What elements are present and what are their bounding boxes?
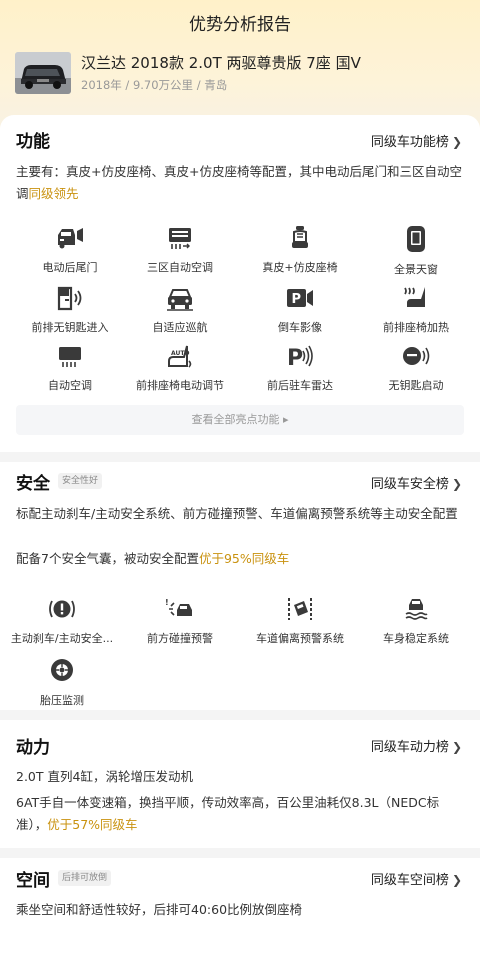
feature-label: 自动空调 [48,379,92,392]
safety-title: 安全 [16,474,50,494]
feature-parking-radar[interactable]: P 前后驻车雷达 [240,343,360,393]
parking-radar-icon: P [287,345,313,369]
keyless-start-icon [403,347,430,365]
feature-label: 真皮+仿皮座椅 [262,261,338,274]
car-thumbnail[interactable] [15,52,71,94]
space-section: 空间 后排可放倒 同级车空间榜 ❯ 乘坐空间和舒适性较好，后排可40:60比例放倒… [0,858,480,979]
feature-keyless-entry[interactable]: 前排无钥匙进入 [10,285,130,335]
seat-heating-icon [404,287,425,307]
space-title: 空间 [16,871,50,891]
feature-collision-warning[interactable]: ! 前方碰撞预警 [120,596,240,646]
climate-control-icon [169,228,191,249]
function-ranking-link[interactable]: 同级车功能榜 ❯ [371,131,462,150]
section-divider [0,710,480,720]
feature-tri-zone-climate[interactable]: 三区自动空调 [120,225,240,275]
power-line2: 6AT手自一体变速箱，换挡平顺，传动效率高，百公里油耗仅8.3L（NEDC标准）… [16,792,466,836]
section-divider [0,848,480,858]
feature-label: 前排无钥匙进入 [31,321,109,334]
function-title: 功能 [16,132,50,152]
page-title: 优势分析报告 [189,15,291,35]
power-seat-icon: AUTO [168,345,192,368]
feature-leather-seats[interactable]: 真皮+仿皮座椅 [240,225,360,275]
function-summary-highlight: 同级领先 [28,186,79,201]
power-tailgate-icon [58,228,83,249]
feature-adaptive-cruise[interactable]: 自适应巡航 [120,285,240,335]
feature-label: 车身稳定系统 [383,632,449,645]
feature-label: 前排座椅加热 [383,321,449,334]
feature-label: 自适应巡航 [152,321,208,334]
space-tag: 后排可放倒 [58,870,112,886]
feature-label: 倒车影像 [278,321,322,334]
power-ranking-link[interactable]: 同级车动力榜 ❯ [371,736,462,755]
power-section: 动力 同级车动力榜 ❯ 2.0T 直列4缸，涡轮增压发动机 6AT手自一体变速箱，… [0,720,480,848]
chevron-right-icon: ❯ [451,873,462,887]
svg-text:!: ! [165,598,169,607]
feature-label: 无钥匙启动 [388,379,444,392]
feature-panoramic-sunroof[interactable]: 全景天窗 [356,225,476,277]
function-summary-text: 主要有：真皮+仿皮座椅、真皮+仿皮座椅等配置，其中电动后尾门和三区自动空调 [16,164,462,201]
feature-power-tailgate[interactable]: 电动后尾门 [10,225,130,275]
feature-stability-control[interactable]: 车身稳定系统 [356,596,476,646]
safety-line2: 配备7个安全气囊，被动安全配置优于95%同级车 [16,548,466,570]
keyless-entry-icon [57,286,82,311]
safety-section: 安全 安全性好 同级车安全榜 ❯ 标配主动刹车/主动安全系统、前方碰撞预警、车道偏… [0,462,480,710]
adaptive-cruise-icon [167,289,193,311]
feature-keyless-start[interactable]: 无钥匙启动 [356,343,476,393]
function-summary: 主要有：真皮+仿皮座椅、真皮+仿皮座椅等配置，其中电动后尾门和三区自动空调同级领… [16,161,466,205]
feature-label: 前方碰撞预警 [147,632,213,645]
lane-departure-icon [288,598,312,620]
tire-pressure-icon [51,659,73,681]
space-line1: 乘坐空间和舒适性较好，后排可40:60比例放倒座椅 [16,902,303,917]
car-meta: 2018年 / 9.70万公里 / 青岛 [81,78,228,92]
chevron-right-icon: ❯ [451,740,462,754]
feature-label: 三区自动空调 [147,261,213,274]
section-divider [0,452,480,462]
panoramic-sunroof-icon [407,226,425,252]
feature-power-seat[interactable]: AUTO 前排座椅电动调节 [120,343,240,393]
active-brake-icon [49,600,75,618]
function-ranking-label: 同级车功能榜 [370,135,449,150]
feature-label: 电动后尾门 [42,261,98,274]
feature-label: 前后驻车雷达 [267,379,333,392]
feature-reverse-camera[interactable]: P 倒车影像 [240,285,360,335]
feature-label: 前排座椅电动调节 [136,379,224,392]
leather-seat-icon [292,226,308,248]
safety-line2-text: 配备7个安全气囊，被动安全配置 [16,551,199,566]
function-section: 功能 同级车功能榜 ❯ 主要有：真皮+仿皮座椅、真皮+仿皮座椅等配置，其中电动后尾… [0,115,480,452]
feature-label: 全景天窗 [394,263,438,276]
feature-active-brake[interactable]: 主动刹车/主动安全... [2,596,122,646]
feature-auto-ac[interactable]: 自动空调 [10,343,130,393]
chevron-right-icon: ❯ [451,477,462,491]
power-line2-highlight: 优于57%同级车 [47,817,138,832]
stability-control-icon [405,599,428,620]
space-ranking-label: 同级车空间榜 [370,873,449,888]
power-title: 动力 [16,738,50,758]
auto-ac-icon [59,347,81,367]
feature-tire-pressure[interactable]: 胎压监测 [2,656,122,708]
svg-text:AUTO: AUTO [171,350,190,357]
power-line1: 2.0T 直列4缸，涡轮增压发动机 [16,769,193,784]
feature-seat-heating[interactable]: 前排座椅加热 [356,285,476,335]
reverse-camera-icon: P [287,289,313,307]
car-name: 汉兰达 2018款 2.0T 两驱尊贵版 7座 国V [81,54,361,72]
safety-line1: 标配主动刹车/主动安全系统、前方碰撞预警、车道偏离预警系统等主动安全配置 [16,506,458,521]
space-ranking-link[interactable]: 同级车空间榜 ❯ [371,869,462,888]
svg-text:P: P [287,346,303,369]
safety-line2-highlight: 优于95%同级车 [198,551,290,566]
feature-lane-departure[interactable]: 车道偏离预警系统 [240,596,360,646]
feature-label: 主动刹车/主动安全... [10,632,114,645]
collision-warning-icon: ! [165,598,192,616]
safety-ranking-link[interactable]: 同级车安全榜 ❯ [371,473,462,492]
feature-label: 胎压监测 [40,694,84,707]
safety-tag: 安全性好 [58,473,103,489]
chevron-right-icon: ❯ [451,135,462,149]
safety-ranking-label: 同级车安全榜 [370,477,449,492]
svg-text:P: P [292,292,302,307]
power-ranking-label: 同级车动力榜 [370,740,449,755]
see-all-features-button[interactable]: 查看全部亮点功能 ▸ [16,405,464,435]
feature-label: 车道偏离预警系统 [256,632,344,645]
